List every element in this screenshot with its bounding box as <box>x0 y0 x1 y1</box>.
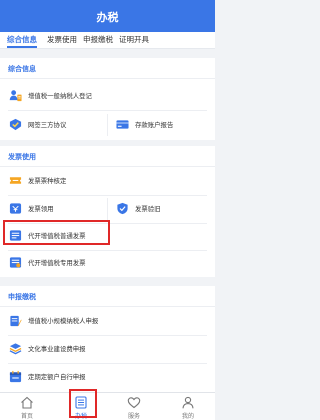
tab-invoice[interactable]: 发票使用 <box>47 34 77 45</box>
home-icon <box>21 396 33 409</box>
section-declare: 申报缴税 增值税小规模纳税人申报 文化事业建设费申报 定期定额户自行申报 <box>0 286 215 392</box>
divider <box>8 335 207 336</box>
item-label: 定期定额户自行申报 <box>28 373 86 381</box>
divider <box>0 166 215 167</box>
item-tripartite-agreement[interactable]: 网签三方协议 <box>9 114 101 136</box>
highlight-box <box>69 389 97 418</box>
tab-declare[interactable]: 申报缴税 <box>83 34 113 45</box>
divider <box>0 78 215 79</box>
section-invoice: 发票使用 发票票种核定 发票领用 发票验旧 代开增值税普通发票 代开增值税专用发… <box>0 146 215 277</box>
item-invoice-verify[interactable]: 发票验旧 <box>116 198 208 220</box>
invoice-special-icon <box>9 257 22 268</box>
item-invoice-receive[interactable]: 发票领用 <box>9 198 101 220</box>
section-general: 综合信息 增值税一般纳税人登记 网签三方协议 存款账户报告 <box>0 58 215 140</box>
bottom-nav: 首页 办税 服务 我的 <box>0 392 215 420</box>
item-deposit-account-report[interactable]: 存款账户报告 <box>116 114 208 136</box>
nav-service[interactable]: 服务 <box>107 393 161 420</box>
handshake-icon <box>9 118 22 131</box>
item-small-scale-vat-declaration[interactable]: 增值税小规模纳税人申报 <box>9 310 199 332</box>
section-title-declare: 申报缴税 <box>8 293 36 301</box>
item-label: 发票票种核定 <box>28 177 67 185</box>
calendar-icon <box>9 370 22 383</box>
nav-label: 首页 <box>20 413 33 420</box>
user-register-icon <box>9 90 22 102</box>
item-label: 发票领用 <box>28 205 54 213</box>
divider <box>8 363 207 364</box>
report-icon <box>10 315 22 327</box>
section-title-general: 综合信息 <box>8 65 36 73</box>
item-label: 网签三方协议 <box>28 121 67 129</box>
item-label: 文化事业建设费申报 <box>28 345 86 353</box>
item-cultural-fee-declaration[interactable]: 文化事业建设费申报 <box>9 338 199 360</box>
heart-icon <box>127 397 141 409</box>
divider <box>0 306 215 307</box>
item-label: 存款账户报告 <box>135 121 174 129</box>
divider <box>8 110 207 111</box>
item-issue-vat-special-invoice[interactable]: 代开增值税专用发票 <box>9 252 199 274</box>
nav-home[interactable]: 首页 <box>0 393 54 420</box>
page-title: 办税 <box>96 11 119 24</box>
divider <box>8 195 207 196</box>
ticket-icon <box>9 177 22 184</box>
invoice-receive-icon <box>9 203 22 214</box>
tab-general[interactable]: 综合信息 <box>7 34 37 45</box>
item-label: 增值税小规模纳税人申报 <box>28 317 99 325</box>
stack-icon <box>9 343 22 355</box>
tab-active-indicator <box>7 46 37 48</box>
divider <box>8 250 207 251</box>
profile-icon <box>182 396 194 409</box>
item-vat-general-registration[interactable]: 增值税一般纳税人登记 <box>9 85 199 107</box>
category-tabs: 综合信息 发票使用 申报缴税 证明开具 <box>0 32 215 49</box>
section-title-invoice: 发票使用 <box>8 153 36 161</box>
item-label: 发票验旧 <box>135 205 161 213</box>
app-header: 办税 <box>0 0 215 32</box>
item-invoice-type-approval[interactable]: 发票票种核定 <box>9 170 199 192</box>
verify-icon <box>117 202 128 215</box>
nav-label: 我的 <box>181 413 194 420</box>
nav-label: 服务 <box>127 413 140 420</box>
divider <box>107 114 108 136</box>
nav-profile[interactable]: 我的 <box>161 393 215 420</box>
bank-card-icon <box>116 120 129 129</box>
highlight-box <box>3 220 110 245</box>
item-label: 代开增值税专用发票 <box>28 259 86 267</box>
item-fixed-quota-declaration[interactable]: 定期定额户自行申报 <box>9 366 199 388</box>
divider <box>107 198 108 220</box>
tab-certificate[interactable]: 证明开具 <box>119 34 149 45</box>
item-label: 增值税一般纳税人登记 <box>28 92 92 100</box>
